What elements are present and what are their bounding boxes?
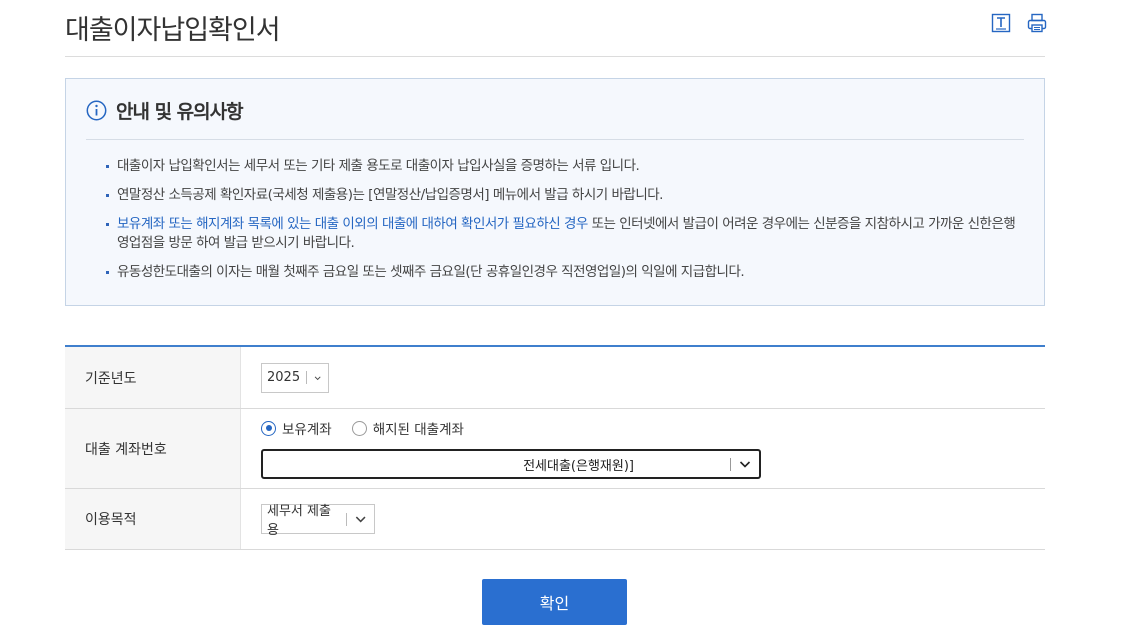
- notice-divider: [86, 139, 1024, 140]
- notice-item-text: 연말정산 소득공제 확인자료(국세청 제출용)는 [연말정산/납입증명서] 메뉴…: [117, 187, 663, 203]
- form-table: 기준년도 2025 대출 계좌번호 보유계좌 해지된 대출계좌 전세대출(은행재…: [65, 345, 1045, 550]
- account-select[interactable]: 전세대출(은행재원)]: [261, 449, 761, 479]
- select-divider: [730, 457, 731, 471]
- year-select-value: 2025: [267, 370, 301, 385]
- form-row-purpose: 이용목적 세무서 제출용: [65, 489, 1045, 550]
- radio-owned-label: 보유계좌: [282, 422, 332, 438]
- notice-item: 대출이자 납입확인서는 세무서 또는 기타 제출 용도로 대출이자 납입사실을 …: [106, 157, 1018, 176]
- year-select[interactable]: 2025: [261, 362, 329, 393]
- radio-dot: [351, 420, 367, 436]
- page-tools: [990, 12, 1048, 34]
- radio-closed-label: 해지된 대출계좌: [372, 422, 464, 438]
- print-icon[interactable]: [1026, 12, 1048, 34]
- notice-list: 대출이자 납입확인서는 세무서 또는 기타 제출 용도로 대출이자 납입사실을 …: [106, 157, 1018, 292]
- select-divider: [306, 371, 307, 384]
- notice-item: 보유계좌 또는 해지계좌 목록에 있는 대출 이외의 대출에 대하여 확인서가 …: [106, 215, 1018, 253]
- radio-closed-account[interactable]: 해지된 대출계좌: [351, 418, 464, 438]
- year-label: 기준년도: [65, 347, 241, 408]
- chevron-down-icon: [739, 461, 751, 468]
- notice-item-highlight: 보유계좌 또는 해지계좌 목록에 있는 대출 이외의 대출에 대하여 확인서가 …: [117, 216, 588, 232]
- select-divider: [345, 512, 347, 526]
- title-divider: [65, 56, 1045, 57]
- form-row-account: 대출 계좌번호 보유계좌 해지된 대출계좌 전세대출(은행재원)]: [65, 409, 1045, 489]
- page-title: 대출이자납입확인서: [65, 15, 281, 46]
- form-row-year: 기준년도 2025: [65, 347, 1045, 409]
- info-icon: [86, 100, 107, 121]
- purpose-label: 이용목적: [65, 489, 241, 549]
- purpose-field-cell: 세무서 제출용: [241, 489, 1045, 549]
- notice-item: 유동성한도대출의 이자는 매월 첫째주 금요일 또는 셋째주 금요일(단 공휴일…: [106, 263, 1018, 282]
- text-size-icon[interactable]: [990, 12, 1012, 34]
- chevron-down-icon: [314, 376, 321, 380]
- chevron-down-icon: [355, 516, 366, 523]
- account-field-cell: 보유계좌 해지된 대출계좌 전세대출(은행재원)]: [241, 409, 1045, 488]
- purpose-select-value: 세무서 제출용: [267, 504, 331, 538]
- radio-dot: [261, 420, 276, 436]
- purpose-select[interactable]: 세무서 제출용: [261, 504, 375, 538]
- notice-item-text: 대출이자 납입확인서는 세무서 또는 기타 제출 용도로 대출이자 납입사실을 …: [117, 158, 640, 174]
- radio-owned-account[interactable]: 보유계좌: [261, 418, 332, 438]
- notice-header: 안내 및 유의사항: [86, 97, 244, 124]
- account-label: 대출 계좌번호: [65, 409, 241, 488]
- notice-title: 안내 및 유의사항: [116, 101, 244, 123]
- account-type-radios: 보유계좌 해지된 대출계좌: [261, 418, 1045, 438]
- confirm-button[interactable]: 확인: [482, 579, 627, 625]
- year-field-cell: 2025: [241, 347, 1045, 408]
- account-select-value: 전세대출(은행재원)]: [523, 458, 634, 474]
- notice-item: 연말정산 소득공제 확인자료(국세청 제출용)는 [연말정산/납입증명서] 메뉴…: [106, 186, 1018, 205]
- notice-box: 안내 및 유의사항 대출이자 납입확인서는 세무서 또는 기타 제출 용도로 대…: [65, 78, 1045, 306]
- notice-item-text: 유동성한도대출의 이자는 매월 첫째주 금요일 또는 셋째주 금요일(단 공휴일…: [117, 264, 745, 280]
